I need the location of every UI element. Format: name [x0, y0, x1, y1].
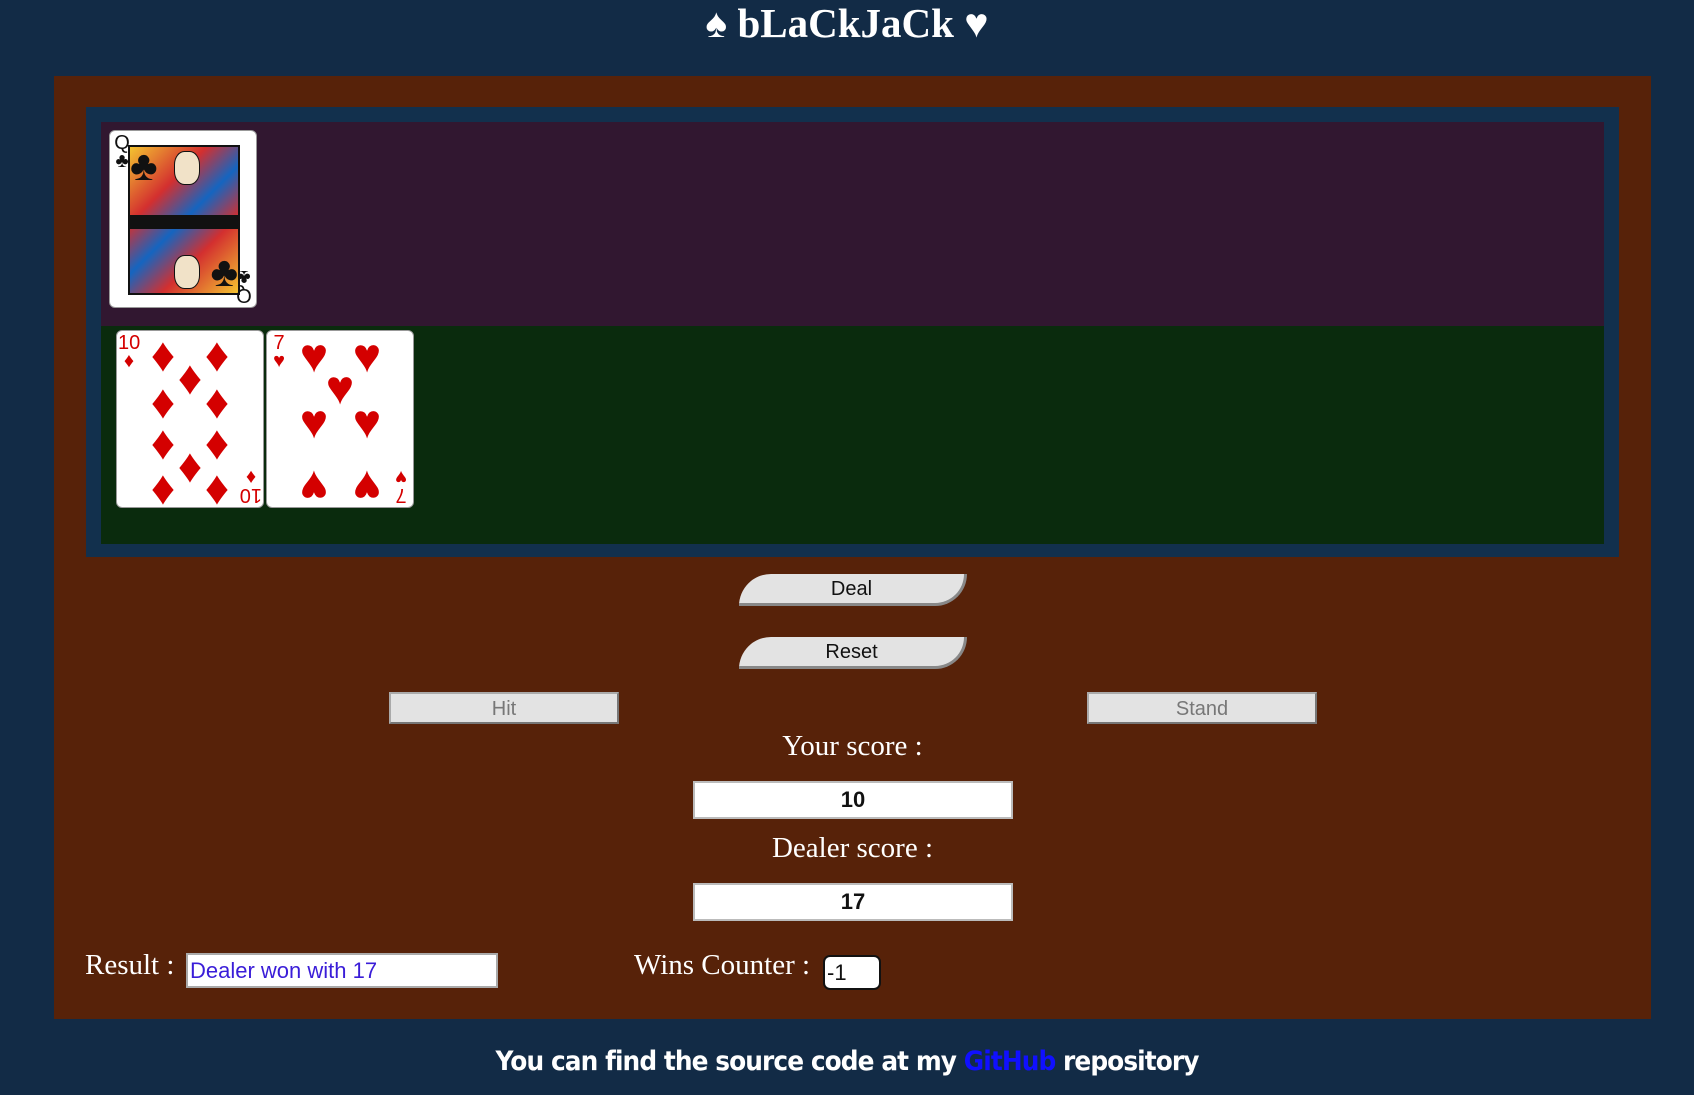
dealer-hand: Q ♣ ♣ ♣ Q ♣: [101, 122, 1604, 326]
card-corner-bottom: Q ♣: [233, 266, 255, 306]
stand-button[interactable]: Stand: [1087, 692, 1317, 724]
your-score-field: 10: [693, 781, 1013, 819]
queen-figure-icon: [174, 151, 200, 185]
diamond-pip-icon: ♦: [150, 462, 176, 515]
footer-text-after: repository: [1063, 1046, 1199, 1077]
heart-pip-icon: ♥: [299, 396, 329, 449]
clubs-icon: ♣: [130, 145, 158, 190]
github-link[interactable]: GitHub: [964, 1046, 1056, 1077]
diamond-pip-icon: ♦: [204, 462, 230, 515]
result-label: Result :: [85, 949, 175, 981]
wins-counter-field: -1: [823, 955, 881, 990]
game-table: Q ♣ ♣ ♣ Q ♣ 10 ♦ ♦ ♦ ♦ ♦ ♦ ♦ ♦ ♦ ♦ ♦ 10 …: [54, 76, 1651, 1019]
your-score-label: Your score :: [782, 730, 923, 762]
reset-button[interactable]: Reset: [739, 637, 967, 669]
player-card-seven-of-hearts: 7 ♥ ♥ ♥ ♥ ♥ ♥ ♥ ♥ 7 ♥: [266, 330, 414, 513]
heart-pip-icon: ♥: [299, 460, 329, 513]
queen-face-illustration: ♣ ♣: [128, 145, 240, 295]
dealer-score-label: Dealer score :: [771, 832, 933, 864]
card-corner-bottom: 7 ♥: [390, 466, 412, 506]
page-title: ♠ bLaCkJaCk ♥: [705, 0, 989, 46]
dealer-score-field: 17: [693, 883, 1013, 921]
heart-pip-icon: ♥: [352, 396, 382, 449]
hit-button[interactable]: Hit: [389, 692, 619, 724]
player-card-ten-of-diamonds: 10 ♦ ♦ ♦ ♦ ♦ ♦ ♦ ♦ ♦ ♦ ♦ 10 ♦: [116, 330, 264, 515]
queen-figure-icon: [174, 255, 200, 289]
heart-pip-icon: ♥: [352, 460, 382, 513]
player-hand: 10 ♦ ♦ ♦ ♦ ♦ ♦ ♦ ♦ ♦ ♦ ♦ 10 ♦ 7 ♥ ♥ ♥ ♥ …: [101, 326, 1604, 544]
card-corner-top: 7 ♥: [268, 333, 290, 372]
dealer-card-queen-of-clubs: Q ♣ ♣ ♣ Q ♣: [109, 130, 257, 308]
footer-text: You can find the source code at my GitHu…: [68, 1046, 1626, 1077]
footer-text-before: You can find the source code at my: [495, 1046, 957, 1077]
card-suit: ♥: [395, 466, 407, 488]
play-area: Q ♣ ♣ ♣ Q ♣ 10 ♦ ♦ ♦ ♦ ♦ ♦ ♦ ♦ ♦ ♦ ♦ 10 …: [86, 107, 1619, 557]
card-corner-top: 10 ♦: [118, 333, 140, 372]
card-suit: ♥: [273, 350, 285, 372]
deal-button[interactable]: Deal: [739, 574, 967, 606]
card-suit: ♦: [123, 350, 135, 372]
wins-counter-label: Wins Counter :: [634, 949, 811, 981]
card-corner-bottom: 10 ♦: [240, 466, 262, 506]
result-field: Dealer won with 17: [186, 953, 498, 988]
